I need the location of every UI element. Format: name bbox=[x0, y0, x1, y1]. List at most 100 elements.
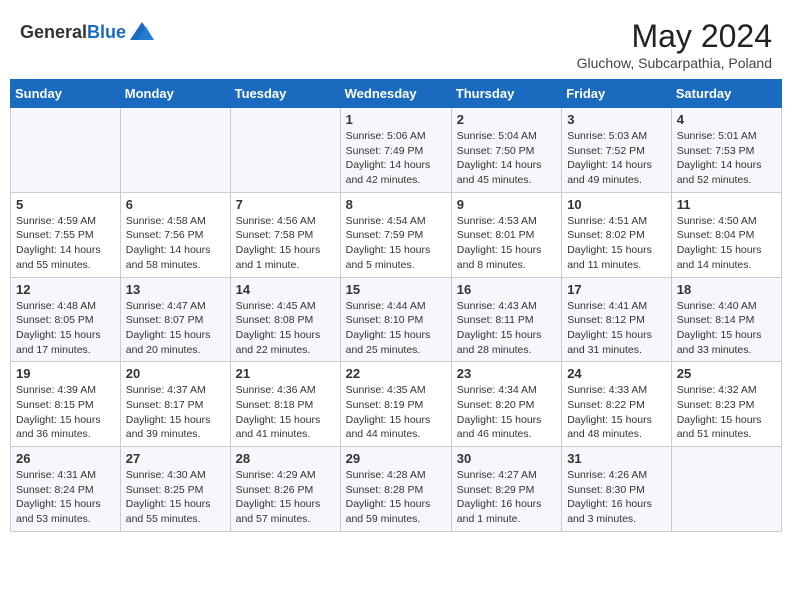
day-number: 25 bbox=[677, 366, 776, 381]
title-block: May 2024 Gluchow, Subcarpathia, Poland bbox=[577, 18, 772, 71]
cell-sun-info: Sunrise: 4:48 AM Sunset: 8:05 PM Dayligh… bbox=[16, 299, 115, 358]
day-number: 2 bbox=[457, 112, 556, 127]
weekday-header-wednesday: Wednesday bbox=[340, 80, 451, 108]
day-number: 18 bbox=[677, 282, 776, 297]
calendar-cell: 27 Sunrise: 4:30 AM Sunset: 8:25 PM Dayli… bbox=[120, 447, 230, 532]
day-number: 27 bbox=[126, 451, 225, 466]
cell-sun-info: Sunrise: 4:45 AM Sunset: 8:08 PM Dayligh… bbox=[236, 299, 335, 358]
day-number: 20 bbox=[126, 366, 225, 381]
logo: GeneralBlue bbox=[20, 18, 156, 46]
logo-general: General bbox=[20, 22, 87, 42]
cell-sun-info: Sunrise: 4:33 AM Sunset: 8:22 PM Dayligh… bbox=[567, 383, 666, 442]
calendar-cell: 1 Sunrise: 5:06 AM Sunset: 7:49 PM Daylig… bbox=[340, 108, 451, 193]
cell-sun-info: Sunrise: 4:59 AM Sunset: 7:55 PM Dayligh… bbox=[16, 214, 115, 273]
weekday-header-sunday: Sunday bbox=[11, 80, 121, 108]
calendar-cell: 23Sunrise: 4:34 AM Sunset: 8:20 PM Dayli… bbox=[451, 362, 561, 447]
cell-sun-info: Sunrise: 4:37 AM Sunset: 8:17 PM Dayligh… bbox=[126, 383, 225, 442]
day-number: 16 bbox=[457, 282, 556, 297]
cell-sun-info: Sunrise: 4:44 AM Sunset: 8:10 PM Dayligh… bbox=[346, 299, 446, 358]
cell-sun-info: Sunrise: 4:40 AM Sunset: 8:14 PM Dayligh… bbox=[677, 299, 776, 358]
day-number: 15 bbox=[346, 282, 446, 297]
cell-sun-info: Sunrise: 4:27 AM Sunset: 8:29 PM Dayligh… bbox=[457, 468, 556, 527]
weekday-header-friday: Friday bbox=[562, 80, 672, 108]
cell-sun-info: Sunrise: 4:43 AM Sunset: 8:11 PM Dayligh… bbox=[457, 299, 556, 358]
cell-sun-info: Sunrise: 4:54 AM Sunset: 7:59 PM Dayligh… bbox=[346, 214, 446, 273]
day-number: 24 bbox=[567, 366, 666, 381]
calendar-cell bbox=[230, 108, 340, 193]
calendar-cell: 26Sunrise: 4:31 AM Sunset: 8:24 PM Dayli… bbox=[11, 447, 121, 532]
calendar-cell: 4Sunrise: 5:01 AM Sunset: 7:53 PM Daylig… bbox=[671, 108, 781, 193]
calendar-cell: 13Sunrise: 4:47 AM Sunset: 8:07 PM Dayli… bbox=[120, 277, 230, 362]
calendar-cell: 19 Sunrise: 4:39 AM Sunset: 8:15 PM Dayli… bbox=[11, 362, 121, 447]
cell-sun-info: Sunrise: 4:50 AM Sunset: 8:04 PM Dayligh… bbox=[677, 214, 776, 273]
calendar-cell: 11 Sunrise: 4:50 AM Sunset: 8:04 PM Dayli… bbox=[671, 192, 781, 277]
cell-sun-info: Sunrise: 4:58 AM Sunset: 7:56 PM Dayligh… bbox=[126, 214, 225, 273]
month-title: May 2024 bbox=[577, 18, 772, 55]
calendar-cell: 30 Sunrise: 4:27 AM Sunset: 8:29 PM Dayli… bbox=[451, 447, 561, 532]
cell-sun-info: Sunrise: 4:41 AM Sunset: 8:12 PM Dayligh… bbox=[567, 299, 666, 358]
logo-icon bbox=[128, 18, 156, 46]
weekday-header-row: SundayMondayTuesdayWednesdayThursdayFrid… bbox=[11, 80, 782, 108]
calendar-cell: 14 Sunrise: 4:45 AM Sunset: 8:08 PM Dayli… bbox=[230, 277, 340, 362]
cell-sun-info: Sunrise: 4:29 AM Sunset: 8:26 PM Dayligh… bbox=[236, 468, 335, 527]
cell-sun-info: Sunrise: 4:30 AM Sunset: 8:25 PM Dayligh… bbox=[126, 468, 225, 527]
location-subtitle: Gluchow, Subcarpathia, Poland bbox=[577, 55, 772, 71]
calendar-cell: 2 Sunrise: 5:04 AM Sunset: 7:50 PM Daylig… bbox=[451, 108, 561, 193]
cell-sun-info: Sunrise: 5:03 AM Sunset: 7:52 PM Dayligh… bbox=[567, 129, 666, 188]
day-number: 26 bbox=[16, 451, 115, 466]
weekday-header-thursday: Thursday bbox=[451, 80, 561, 108]
calendar-week-row: 26Sunrise: 4:31 AM Sunset: 8:24 PM Dayli… bbox=[11, 447, 782, 532]
calendar-cell: 21 Sunrise: 4:36 AM Sunset: 8:18 PM Dayli… bbox=[230, 362, 340, 447]
weekday-header-saturday: Saturday bbox=[671, 80, 781, 108]
calendar-cell: 12Sunrise: 4:48 AM Sunset: 8:05 PM Dayli… bbox=[11, 277, 121, 362]
cell-sun-info: Sunrise: 5:06 AM Sunset: 7:49 PM Dayligh… bbox=[346, 129, 446, 188]
calendar-cell: 29 Sunrise: 4:28 AM Sunset: 8:28 PM Dayli… bbox=[340, 447, 451, 532]
weekday-header-monday: Monday bbox=[120, 80, 230, 108]
logo-blue: Blue bbox=[87, 22, 126, 42]
day-number: 29 bbox=[346, 451, 446, 466]
day-number: 6 bbox=[126, 197, 225, 212]
day-number: 28 bbox=[236, 451, 335, 466]
calendar-cell: 17 Sunrise: 4:41 AM Sunset: 8:12 PM Dayli… bbox=[562, 277, 672, 362]
calendar-cell: 16 Sunrise: 4:43 AM Sunset: 8:11 PM Dayli… bbox=[451, 277, 561, 362]
day-number: 11 bbox=[677, 197, 776, 212]
day-number: 21 bbox=[236, 366, 335, 381]
calendar-cell: 20 Sunrise: 4:37 AM Sunset: 8:17 PM Dayli… bbox=[120, 362, 230, 447]
calendar-week-row: 5Sunrise: 4:59 AM Sunset: 7:55 PM Daylig… bbox=[11, 192, 782, 277]
day-number: 14 bbox=[236, 282, 335, 297]
calendar-cell: 8 Sunrise: 4:54 AM Sunset: 7:59 PM Daylig… bbox=[340, 192, 451, 277]
calendar-cell: 28 Sunrise: 4:29 AM Sunset: 8:26 PM Dayli… bbox=[230, 447, 340, 532]
weekday-header-tuesday: Tuesday bbox=[230, 80, 340, 108]
day-number: 17 bbox=[567, 282, 666, 297]
day-number: 22 bbox=[346, 366, 446, 381]
cell-sun-info: Sunrise: 5:04 AM Sunset: 7:50 PM Dayligh… bbox=[457, 129, 556, 188]
cell-sun-info: Sunrise: 4:34 AM Sunset: 8:20 PM Dayligh… bbox=[457, 383, 556, 442]
day-number: 1 bbox=[346, 112, 446, 127]
cell-sun-info: Sunrise: 4:26 AM Sunset: 8:30 PM Dayligh… bbox=[567, 468, 666, 527]
day-number: 7 bbox=[236, 197, 335, 212]
cell-sun-info: Sunrise: 4:39 AM Sunset: 8:15 PM Dayligh… bbox=[16, 383, 115, 442]
day-number: 8 bbox=[346, 197, 446, 212]
cell-sun-info: Sunrise: 4:28 AM Sunset: 8:28 PM Dayligh… bbox=[346, 468, 446, 527]
calendar-cell bbox=[671, 447, 781, 532]
calendar-cell: 18 Sunrise: 4:40 AM Sunset: 8:14 PM Dayli… bbox=[671, 277, 781, 362]
cell-sun-info: Sunrise: 4:36 AM Sunset: 8:18 PM Dayligh… bbox=[236, 383, 335, 442]
page-header: GeneralBlue May 2024 Gluchow, Subcarpath… bbox=[10, 10, 782, 75]
cell-sun-info: Sunrise: 4:51 AM Sunset: 8:02 PM Dayligh… bbox=[567, 214, 666, 273]
cell-sun-info: Sunrise: 4:56 AM Sunset: 7:58 PM Dayligh… bbox=[236, 214, 335, 273]
cell-sun-info: Sunrise: 4:32 AM Sunset: 8:23 PM Dayligh… bbox=[677, 383, 776, 442]
calendar-cell: 15 Sunrise: 4:44 AM Sunset: 8:10 PM Dayli… bbox=[340, 277, 451, 362]
calendar-cell: 3 Sunrise: 5:03 AM Sunset: 7:52 PM Daylig… bbox=[562, 108, 672, 193]
calendar-cell bbox=[120, 108, 230, 193]
day-number: 30 bbox=[457, 451, 556, 466]
cell-sun-info: Sunrise: 4:53 AM Sunset: 8:01 PM Dayligh… bbox=[457, 214, 556, 273]
cell-sun-info: Sunrise: 5:01 AM Sunset: 7:53 PM Dayligh… bbox=[677, 129, 776, 188]
day-number: 19 bbox=[16, 366, 115, 381]
day-number: 3 bbox=[567, 112, 666, 127]
calendar-week-row: 1 Sunrise: 5:06 AM Sunset: 7:49 PM Daylig… bbox=[11, 108, 782, 193]
cell-sun-info: Sunrise: 4:47 AM Sunset: 8:07 PM Dayligh… bbox=[126, 299, 225, 358]
day-number: 10 bbox=[567, 197, 666, 212]
day-number: 31 bbox=[567, 451, 666, 466]
calendar-cell: 6 Sunrise: 4:58 AM Sunset: 7:56 PM Daylig… bbox=[120, 192, 230, 277]
calendar-cell: 7 Sunrise: 4:56 AM Sunset: 7:58 PM Daylig… bbox=[230, 192, 340, 277]
